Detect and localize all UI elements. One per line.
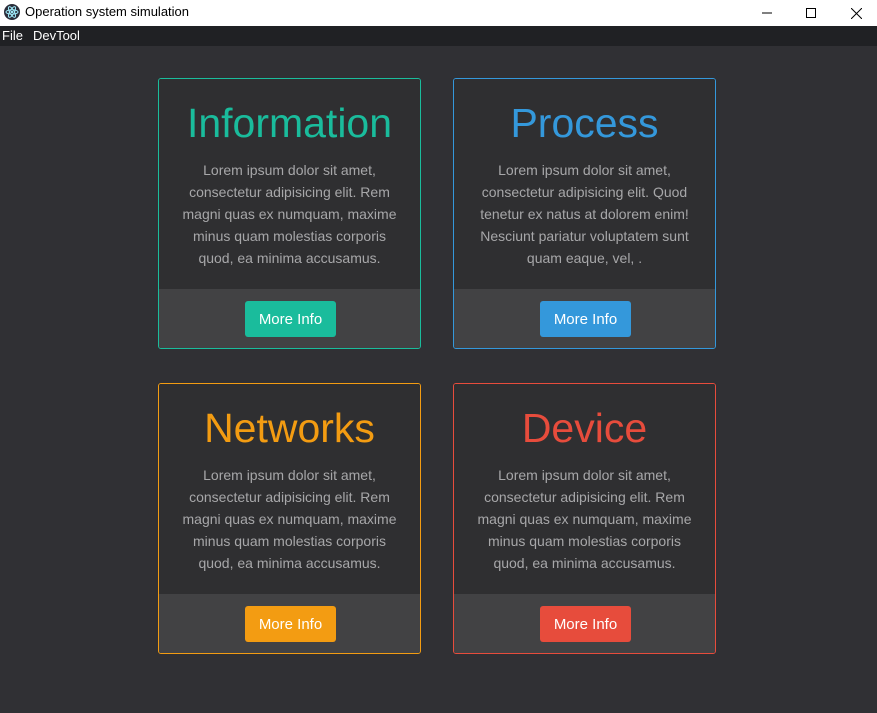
card-text: Lorem ipsum dolor sit amet, consectetur …	[480, 162, 689, 266]
menu-file[interactable]: File	[2, 26, 29, 46]
card-text: Lorem ipsum dolor sit amet, consectetur …	[182, 467, 397, 571]
minimize-icon	[762, 12, 772, 14]
card-body: Networks Lorem ipsum dolor sit amet, con…	[159, 384, 420, 594]
card-title: Information	[186, 100, 393, 146]
card-footer: More Info	[454, 594, 715, 653]
more-info-button[interactable]: More Info	[540, 301, 631, 337]
card-body: Process Lorem ipsum dolor sit amet, cons…	[454, 79, 715, 289]
card-body: Device Lorem ipsum dolor sit amet, conse…	[454, 384, 715, 594]
card-footer: More Info	[454, 289, 715, 348]
more-info-button[interactable]: More Info	[540, 606, 631, 642]
card-footer: More Info	[159, 289, 420, 348]
card-process: Process Lorem ipsum dolor sit amet, cons…	[453, 78, 716, 349]
close-icon	[850, 7, 862, 19]
window-titlebar: Operation system simulation	[0, 0, 877, 26]
minimize-button[interactable]	[744, 0, 790, 26]
card-title: Networks	[204, 405, 375, 451]
maximize-icon	[806, 8, 816, 18]
card-body: Information Lorem ipsum dolor sit amet, …	[159, 79, 420, 289]
menu-devtool[interactable]: DevTool	[33, 26, 86, 46]
more-info-button[interactable]: More Info	[245, 301, 336, 337]
card-information: Information Lorem ipsum dolor sit amet, …	[158, 78, 421, 349]
card-text: Lorem ipsum dolor sit amet, consectetur …	[477, 467, 692, 571]
card-device: Device Lorem ipsum dolor sit amet, conse…	[453, 383, 716, 654]
card-networks: Networks Lorem ipsum dolor sit amet, con…	[158, 383, 421, 654]
card-text: Lorem ipsum dolor sit amet, consectetur …	[182, 162, 397, 266]
close-button[interactable]	[833, 0, 877, 26]
menu-bar: File DevTool	[0, 26, 877, 46]
card-title: Process	[510, 100, 659, 146]
more-info-button[interactable]: More Info	[245, 606, 336, 642]
card-footer: More Info	[159, 594, 420, 653]
card-title: Device	[521, 405, 648, 451]
app-logo-icon	[4, 4, 20, 20]
maximize-button[interactable]	[788, 0, 834, 26]
window-title: Operation system simulation	[25, 4, 190, 19]
